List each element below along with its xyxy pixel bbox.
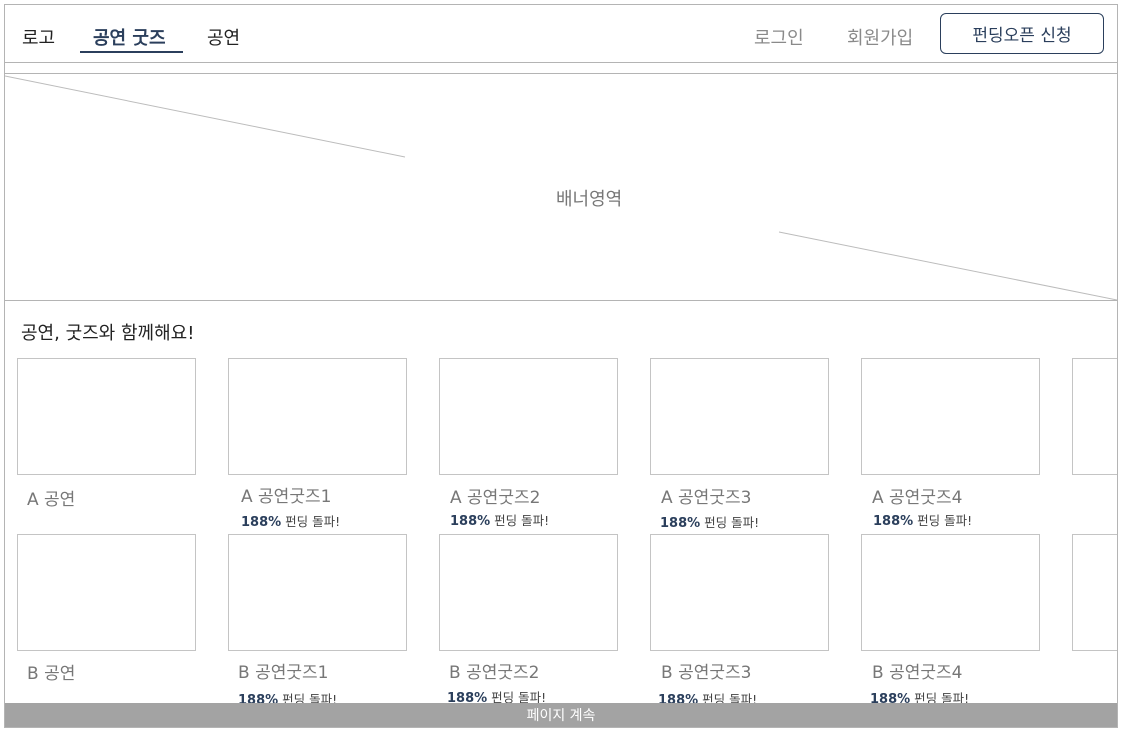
product-thumbnail[interactable]: [17, 534, 196, 651]
funding-percent: 188%: [241, 515, 282, 530]
banner-label: 배너영역: [556, 189, 623, 210]
product-thumbnail[interactable]: [650, 534, 829, 651]
product-card[interactable]: B 공연굿즈1 188% 펀딩 돌파!: [228, 534, 407, 708]
funding-status: 188% 펀딩 돌파!: [873, 510, 972, 529]
product-title[interactable]: B 공연굿즈4: [872, 658, 962, 683]
page-continues-bar[interactable]: 페이지 계속: [5, 703, 1117, 727]
funding-status: 188% 펀딩 돌파!: [660, 512, 759, 531]
funding-status: 188% 펀딩 돌파!: [450, 510, 549, 529]
product-card[interactable]: A 공연굿즈2 188% 펀딩 돌파!: [439, 358, 618, 529]
product-card[interactable]: A 공연굿즈1 188% 펀딩 돌파!: [228, 358, 407, 530]
nav-item-goods[interactable]: 공연 굿즈: [93, 24, 166, 50]
product-thumbnail[interactable]: [650, 358, 829, 475]
funding-percent: 188%: [450, 514, 491, 529]
funding-open-button[interactable]: 펀딩오픈 신청: [940, 13, 1104, 54]
funding-suffix: 펀딩 돌파!: [285, 514, 341, 529]
product-title[interactable]: A 공연: [27, 485, 75, 510]
product-card-partial[interactable]: [1072, 358, 1117, 475]
product-thumbnail[interactable]: [439, 534, 618, 651]
product-thumbnail[interactable]: [1072, 534, 1117, 651]
product-thumbnail[interactable]: [17, 358, 196, 475]
product-title[interactable]: B 공연굿즈1: [238, 658, 328, 683]
product-thumbnail[interactable]: [861, 358, 1040, 475]
product-card[interactable]: A 공연: [17, 358, 196, 510]
product-title[interactable]: B 공연굿즈2: [449, 658, 539, 683]
product-card[interactable]: B 공연굿즈2 188% 펀딩 돌파!: [439, 534, 618, 706]
product-title[interactable]: A 공연굿즈1: [241, 482, 331, 507]
page-frame: 로고 공연 굿즈 공연 로그인 회원가입 펀딩오픈 신청 배너영역 공연, 굿즈…: [4, 4, 1118, 728]
product-thumbnail[interactable]: [228, 358, 407, 475]
product-card[interactable]: A 공연굿즈3 188% 펀딩 돌파!: [650, 358, 829, 531]
section-title: 공연, 굿즈와 함께해요!: [21, 323, 195, 344]
funding-suffix: 펀딩 돌파!: [917, 513, 973, 528]
top-navigation: 로고 공연 굿즈 공연 로그인 회원가입 펀딩오픈 신청: [5, 5, 1117, 63]
funding-percent: 188%: [660, 516, 701, 531]
product-title[interactable]: A 공연굿즈2: [450, 483, 540, 508]
banner-area[interactable]: 배너영역: [5, 73, 1117, 301]
active-tab-indicator: [80, 51, 183, 53]
product-thumbnail[interactable]: [1072, 358, 1117, 475]
logo[interactable]: 로고: [22, 24, 55, 50]
product-title[interactable]: A 공연굿즈3: [661, 483, 751, 508]
product-title[interactable]: B 공연: [27, 659, 75, 684]
product-title[interactable]: B 공연굿즈3: [661, 658, 751, 683]
nav-item-show[interactable]: 공연: [207, 24, 240, 50]
product-card[interactable]: B 공연: [17, 534, 196, 684]
product-card[interactable]: A 공연굿즈4 188% 펀딩 돌파!: [861, 358, 1040, 529]
product-card[interactable]: B 공연굿즈3 188% 펀딩 돌파!: [650, 534, 829, 708]
funding-status: 188% 펀딩 돌파!: [241, 511, 340, 530]
product-title[interactable]: A 공연굿즈4: [872, 483, 962, 508]
product-card[interactable]: B 공연굿즈4 188% 펀딩 돌파!: [861, 534, 1040, 707]
login-link[interactable]: 로그인: [754, 24, 804, 50]
product-card-partial[interactable]: [1072, 534, 1117, 651]
funding-suffix: 펀딩 돌파!: [494, 513, 550, 528]
product-thumbnail[interactable]: [861, 534, 1040, 651]
product-thumbnail[interactable]: [228, 534, 407, 651]
funding-suffix: 펀딩 돌파!: [704, 515, 760, 530]
signup-link[interactable]: 회원가입: [847, 24, 913, 50]
funding-percent: 188%: [873, 514, 914, 529]
product-thumbnail[interactable]: [439, 358, 618, 475]
